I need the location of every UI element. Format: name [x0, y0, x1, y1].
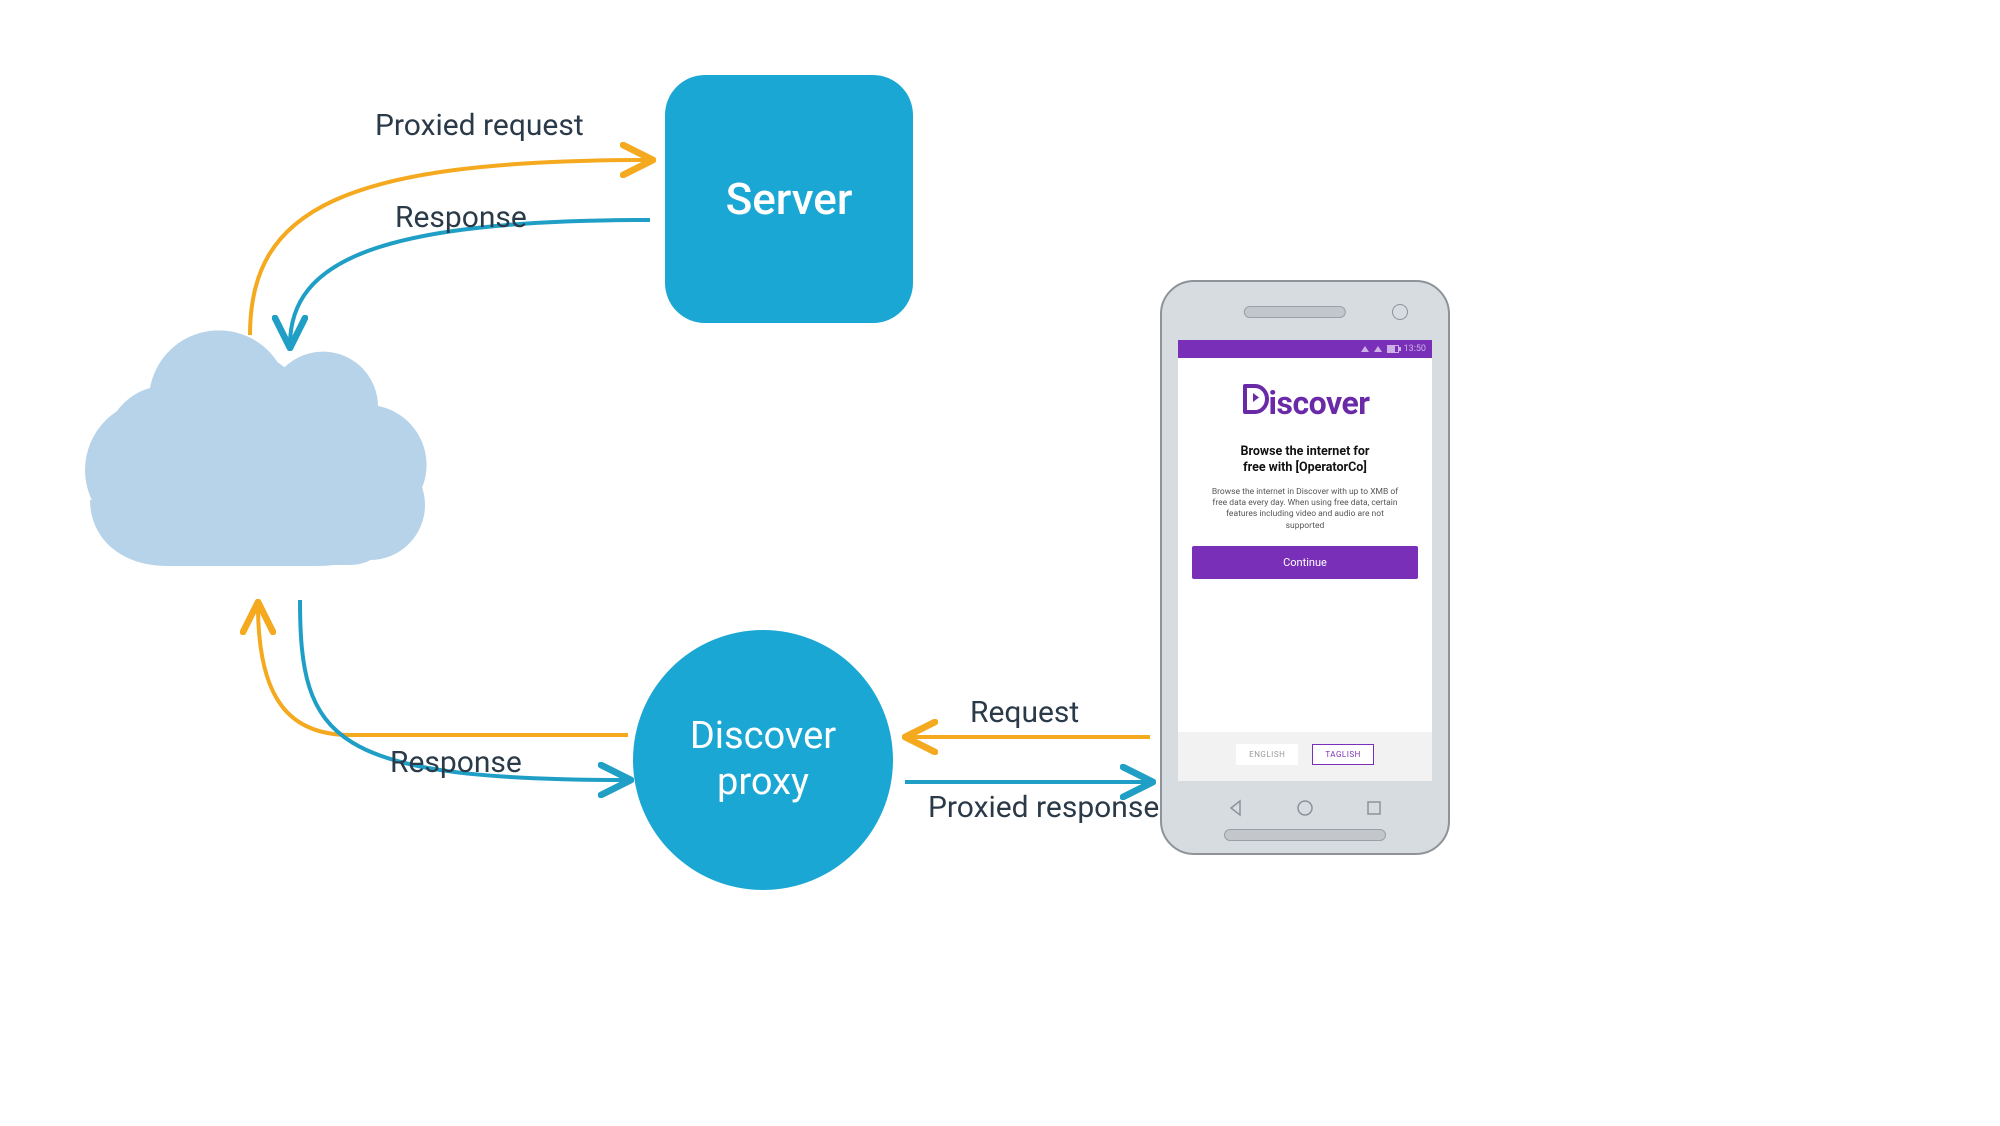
discover-proxy-label: Discover proxy: [690, 714, 836, 805]
wifi-icon: [1361, 346, 1369, 352]
arrow-cloud-to-server: [250, 160, 650, 335]
phone-device: 13:50 iscover Browse the internet for fr…: [1160, 280, 1450, 855]
phone-home-bar: [1224, 829, 1386, 841]
discover-logo: iscover: [1241, 384, 1370, 422]
phone-screen: 13:50 iscover Browse the internet for fr…: [1178, 340, 1432, 781]
cloud-icon: [60, 320, 430, 580]
app-onboarding-screen: iscover Browse the internet for free wit…: [1178, 358, 1432, 732]
nav-home-icon[interactable]: [1296, 799, 1314, 817]
label-request: Request: [970, 695, 1079, 730]
language-option-english[interactable]: ENGLISH: [1236, 744, 1298, 765]
onboarding-description: Browse the internet in Discover with up …: [1208, 487, 1402, 533]
server-label: Server: [726, 173, 853, 225]
phone-nav-bar: [1162, 799, 1448, 817]
diagram-stage: Server Discover proxy Proxied request Re…: [0, 0, 2000, 1126]
signal-icon: [1374, 346, 1382, 352]
nav-back-icon[interactable]: [1227, 799, 1245, 817]
arrow-proxy-to-cloud: [258, 605, 628, 735]
language-bar: ENGLISH TAGLISH: [1178, 732, 1432, 781]
server-node: Server: [665, 75, 913, 323]
language-option-taglish[interactable]: TAGLISH: [1312, 744, 1374, 765]
discover-logo-text: iscover: [1269, 384, 1370, 422]
battery-icon: [1387, 345, 1399, 353]
label-proxied-response: Proxied response: [928, 790, 1159, 825]
continue-button[interactable]: Continue: [1192, 546, 1418, 579]
onboarding-title: Browse the internet for free with [Opera…: [1240, 444, 1369, 477]
phone-speaker: [1244, 306, 1346, 318]
discover-proxy-node: Discover proxy: [633, 630, 893, 890]
phone-camera: [1392, 304, 1408, 320]
label-proxied-request: Proxied request: [375, 108, 584, 143]
nav-recent-icon[interactable]: [1365, 799, 1383, 817]
status-time: 13:50: [1404, 344, 1426, 354]
status-bar: 13:50: [1178, 340, 1432, 358]
cloud-node: [60, 320, 430, 580]
label-response-top: Response: [395, 200, 527, 235]
label-response-bottom: Response: [390, 745, 522, 780]
discover-logo-icon: [1241, 384, 1269, 414]
